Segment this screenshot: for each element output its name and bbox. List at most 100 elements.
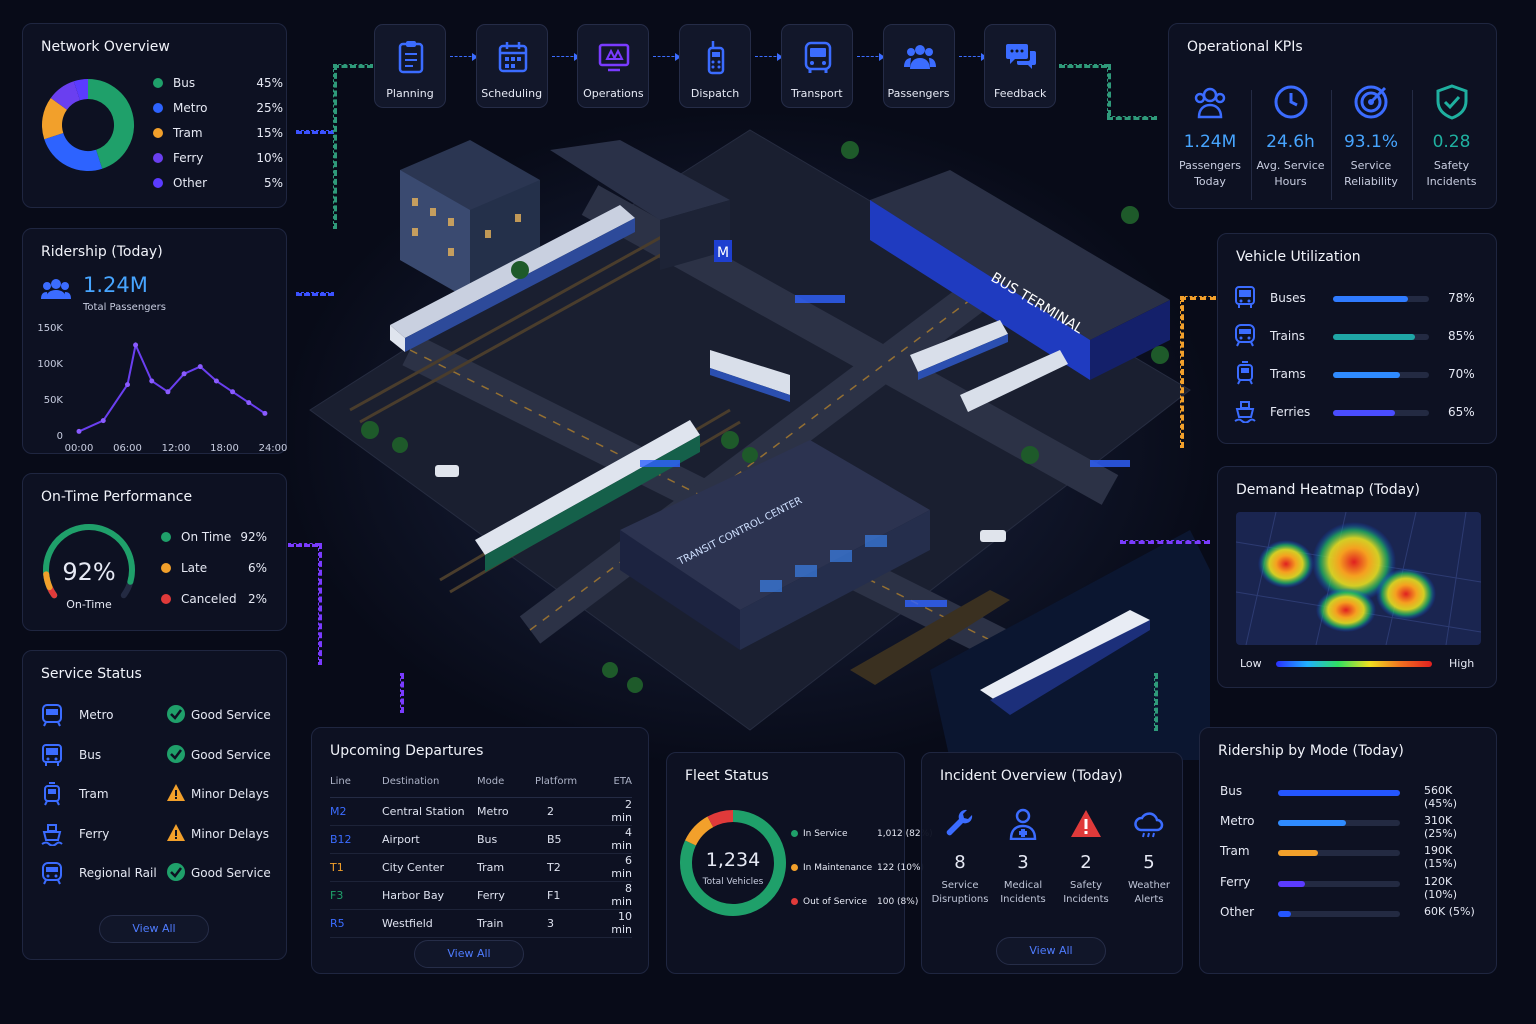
workflow-step-transport[interactable]: Transport [780, 24, 853, 108]
bus-icon [802, 39, 834, 75]
column-header: Destination [382, 767, 477, 798]
mode-bar [1278, 910, 1400, 917]
departures-table: Line Destination Mode Platform ETA M2 Central… [330, 767, 632, 938]
mode-label: Ferry [1220, 874, 1251, 889]
heatmap-map [1236, 512, 1481, 645]
connector [1107, 64, 1111, 116]
table-row[interactable]: B12 Airport Bus B5 4 min [330, 825, 632, 854]
mode-bar [1278, 820, 1400, 827]
table-row[interactable]: F3 Harbor Bay Ferry F1 8 min [330, 881, 632, 910]
ridership-point [197, 364, 203, 370]
panel-title: Fleet Status [685, 768, 769, 784]
bus-icon [41, 743, 63, 767]
cell-mode: Train [477, 909, 535, 938]
cell-dest: Westfield [382, 909, 477, 938]
wrench-icon [944, 808, 976, 840]
connector [1059, 64, 1107, 68]
cell-eta: 8 min [601, 881, 632, 910]
workflow-step-dispatch[interactable]: Dispatch [679, 24, 752, 108]
legend-value: 100 (8%) [877, 897, 919, 907]
cell-platform: B5 [535, 825, 601, 854]
incident-weather-alerts[interactable]: 5 Weather Alerts [1118, 808, 1180, 907]
cell-mode: Metro [477, 797, 535, 826]
mode-row-metro: Metro 310K (25%) [1220, 814, 1485, 840]
kpi-divider [1250, 90, 1252, 200]
service-status: Good Service [191, 747, 271, 762]
flow-arrow [755, 53, 784, 61]
legend-label: Out of Service [803, 897, 867, 907]
network-donut [42, 79, 134, 171]
workflow-step-operations[interactable]: Operations [577, 24, 650, 108]
table-row[interactable]: M2 Central Station Metro 2 2 min [330, 797, 632, 826]
mode-bar [1278, 850, 1400, 857]
service-row-tram[interactable]: Tram Minor Delays [41, 782, 291, 806]
cell-dest: Central Station [382, 797, 477, 826]
table-row[interactable]: R5 Westfield Train 3 10 min [330, 909, 632, 938]
connector [1107, 116, 1157, 120]
panel-title: Network Overview [41, 39, 170, 55]
kpi-value: 93.1% [1343, 132, 1398, 152]
legend-label: Ferry [173, 151, 204, 165]
connector [1120, 540, 1210, 544]
city-illustration: M BUS TERMINAL TRANSIT CONTROL CENTER [290, 110, 1210, 760]
ridership-point [181, 371, 187, 377]
x-tick-label: 00:00 [65, 443, 94, 451]
service-row-bus[interactable]: Bus Good Service [41, 743, 291, 767]
column-header: Mode [477, 767, 535, 798]
workflow-step-scheduling[interactable]: Scheduling [475, 24, 548, 108]
service-row-regional-rail[interactable]: Regional Rail Good Service [41, 861, 291, 885]
legend-label: Metro [173, 101, 208, 115]
incident-medical-incidents[interactable]: 3 Medical Incidents [992, 808, 1054, 907]
legend-dot [791, 898, 798, 905]
ridership-panel: Ridership (Today) 1.24M Total Passengers… [22, 228, 287, 454]
calendar-icon [497, 39, 529, 75]
kpi-divider [1411, 90, 1413, 200]
mode-bar [1278, 790, 1400, 796]
legend-item-bus: Bus 45% [153, 76, 283, 90]
connector [400, 673, 404, 713]
util-label: Buses [1270, 291, 1306, 305]
legend-value: 15% [256, 126, 283, 140]
ridership-point [230, 389, 236, 395]
incident-service-disruptions[interactable]: 8 Service Disruptions [929, 808, 991, 907]
view-all-button[interactable]: View All [414, 940, 524, 968]
util-value: 85% [1448, 329, 1475, 343]
panel-title: Vehicle Utilization [1236, 249, 1361, 265]
legend-dot [153, 153, 163, 163]
workflow-step-label: Planning [386, 87, 434, 100]
cloud-icon [1133, 808, 1165, 840]
ridership-point [125, 382, 130, 388]
util-label: Ferries [1270, 405, 1311, 419]
service-row-metro[interactable]: Metro Good Service [41, 703, 291, 727]
ridership-point [133, 342, 139, 348]
mode-value: 60K (5%) [1424, 904, 1475, 918]
util-bar-fill [1333, 372, 1401, 378]
cell-mode: Tram [477, 853, 535, 882]
workflow-step-feedback[interactable]: Feedback [984, 24, 1057, 108]
legend-item-late: Late 6% [161, 561, 267, 575]
check-circle-icon [166, 704, 186, 724]
x-tick-label: 12:00 [162, 443, 191, 451]
radio-icon [700, 39, 732, 75]
panel-title: Incident Overview (Today) [940, 768, 1123, 784]
chat-icon [1005, 39, 1037, 75]
clock-icon [1273, 84, 1309, 120]
cell-platform: 2 [535, 797, 601, 826]
service-row-ferry[interactable]: Ferry Minor Delays [41, 822, 291, 846]
service-mode: Bus [79, 747, 102, 762]
flow-arrow [653, 53, 682, 61]
legend-item-ferry: Ferry 10% [153, 151, 283, 165]
view-all-button[interactable]: View All [996, 937, 1106, 965]
workflow-step-planning[interactable]: Planning [374, 24, 446, 108]
legend-label: On Time [181, 530, 232, 544]
workflow-step-passengers[interactable]: Passengers [882, 24, 955, 108]
shield-icon [1434, 84, 1470, 120]
connector [1180, 296, 1184, 448]
incident-safety-incidents[interactable]: 2 Safety Incidents [1055, 808, 1117, 907]
view-all-button[interactable]: View All [99, 915, 209, 943]
cell-platform: F1 [535, 881, 601, 910]
panel-title: Demand Heatmap (Today) [1236, 482, 1420, 498]
mode-bar-fill [1278, 790, 1400, 796]
legend-value: 25% [256, 101, 283, 115]
table-row[interactable]: T1 City Center Tram T2 6 min [330, 853, 632, 882]
